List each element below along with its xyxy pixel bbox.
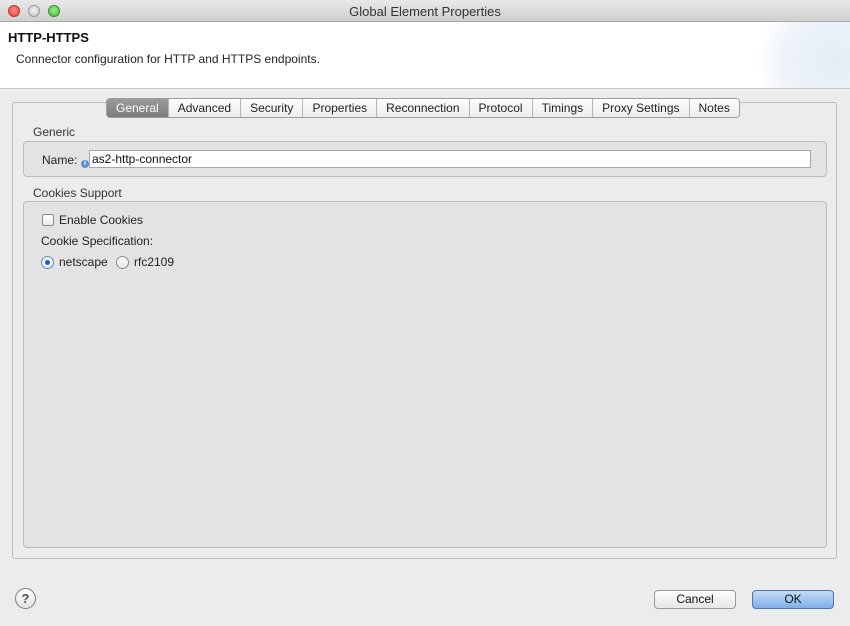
tab-notes[interactable]: Notes xyxy=(689,99,739,117)
tab-protocol[interactable]: Protocol xyxy=(469,99,533,117)
header-decoration xyxy=(750,22,850,88)
help-icon[interactable]: ? xyxy=(15,588,36,609)
tab-properties[interactable]: Properties xyxy=(303,99,378,117)
rfc2109-radio-label: rfc2109 xyxy=(134,255,175,269)
dialog-header: HTTP-HTTPS Connector configuration for H… xyxy=(0,22,850,89)
enable-cookies-checkbox[interactable] xyxy=(42,214,54,226)
cookies-group-box xyxy=(23,201,827,548)
window-title: Global Element Properties xyxy=(349,4,501,19)
netscape-radio-label: netscape xyxy=(59,255,108,269)
dialog-description: Connector configuration for HTTP and HTT… xyxy=(16,52,320,66)
info-icon: i xyxy=(81,160,89,168)
tab-bar: General Advanced Security Properties Rec… xyxy=(106,98,740,118)
name-input[interactable] xyxy=(89,150,811,168)
tab-security[interactable]: Security xyxy=(241,99,304,117)
enable-cookies-label: Enable Cookies xyxy=(59,213,144,227)
ok-button[interactable]: OK xyxy=(752,590,834,609)
cookie-spec-label: Cookie Specification: xyxy=(41,234,154,248)
tab-advanced[interactable]: Advanced xyxy=(168,99,242,117)
cancel-button[interactable]: Cancel xyxy=(654,590,736,609)
tab-proxy-settings[interactable]: Proxy Settings xyxy=(593,99,690,117)
window-titlebar: Global Element Properties xyxy=(0,0,850,22)
tab-timings[interactable]: Timings xyxy=(532,99,594,117)
dialog-title: HTTP-HTTPS xyxy=(8,30,89,45)
name-label: Name: xyxy=(42,153,78,167)
generic-group-label: Generic xyxy=(33,125,76,139)
tab-reconnection[interactable]: Reconnection xyxy=(377,99,470,117)
rfc2109-radio[interactable] xyxy=(116,256,129,269)
cookies-group-label: Cookies Support xyxy=(33,186,122,200)
tab-general[interactable]: General xyxy=(107,99,169,117)
netscape-radio[interactable] xyxy=(41,256,54,269)
